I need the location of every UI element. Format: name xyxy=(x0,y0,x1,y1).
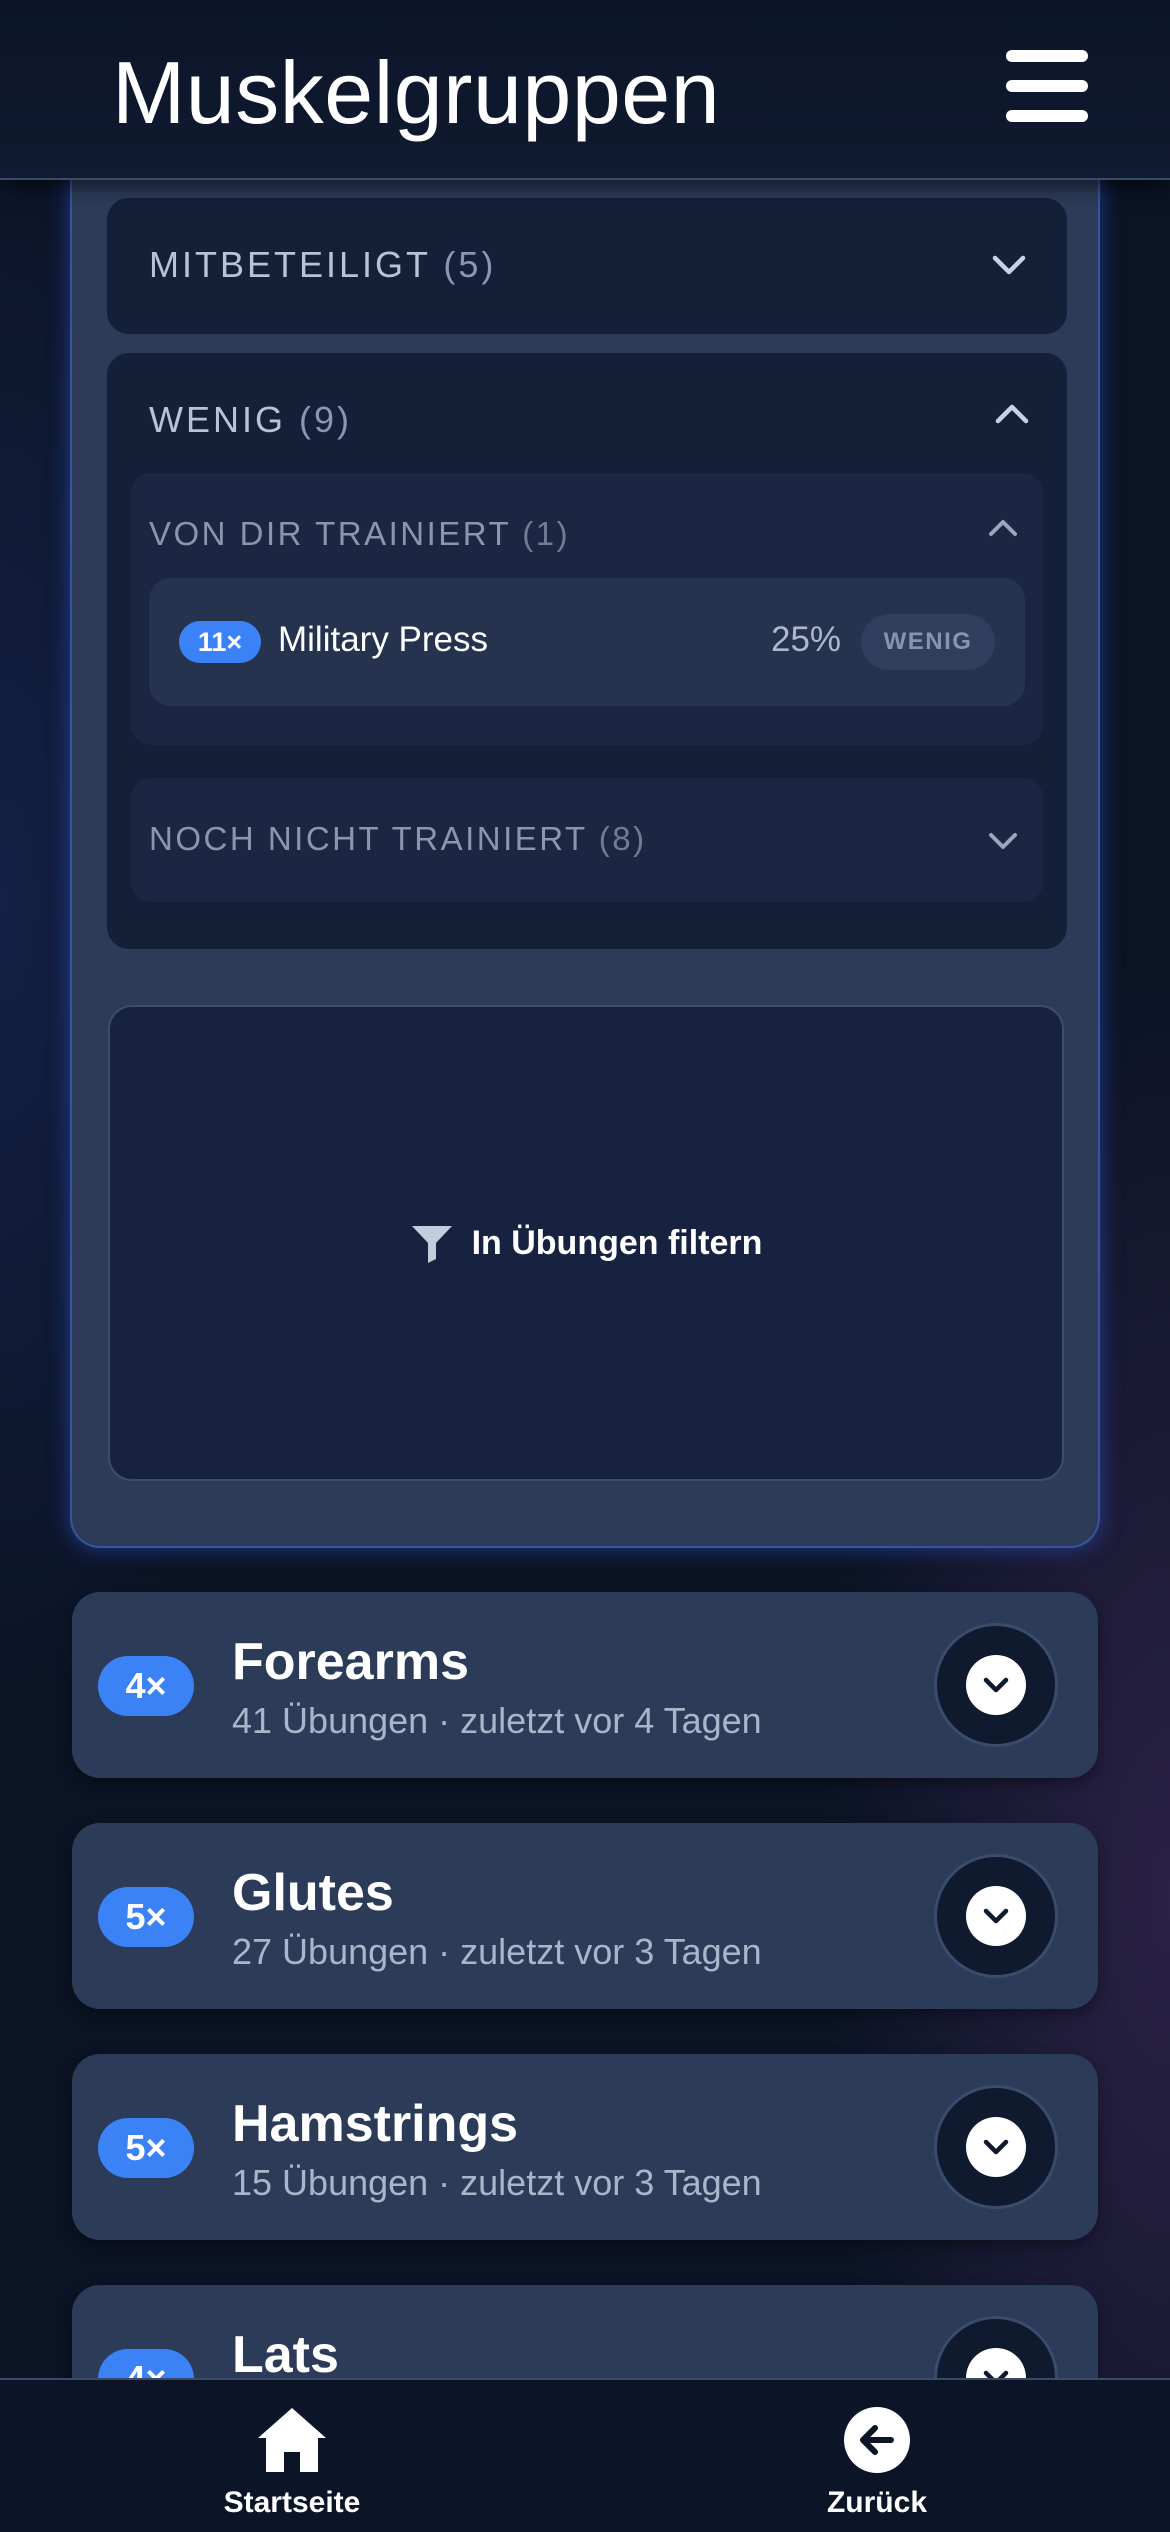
section-wenig-label: WENIG xyxy=(149,399,286,440)
filter-icon xyxy=(411,1226,452,1263)
muscle-card-hamstrings[interactable]: 5× Hamstrings 15 Übungen · zuletzt vor 3… xyxy=(72,2054,1098,2240)
expand-button[interactable] xyxy=(934,1623,1058,1747)
chevron-down-icon[interactable] xyxy=(989,252,1029,278)
chevron-up-icon[interactable] xyxy=(992,401,1032,427)
muscle-count-badge: 4× xyxy=(98,1656,194,1716)
nav-back[interactable]: Zurück xyxy=(757,2406,997,2526)
subsection-untrained-label: NOCH NICHT TRAINIERT xyxy=(149,820,588,857)
muscle-subtitle: 15 Übungen · zuletzt vor 3 Tagen xyxy=(232,2162,762,2203)
expanded-muscle-card: MITBETEILIGT (5) WENIG (9) VON DIR TRAIN… xyxy=(70,150,1100,1548)
app-header: Muskelgruppen xyxy=(0,0,1170,180)
exercise-name: Military Press xyxy=(278,620,489,659)
page-title: Muskelgruppen xyxy=(112,43,721,142)
home-icon xyxy=(258,2408,326,2472)
section-mitbeteiligt-label: MITBETEILIGT xyxy=(149,244,431,285)
exercise-row[interactable]: 11× Military Press 25% WENIG xyxy=(149,578,1025,706)
muscle-subtitle: 41 Übungen · zuletzt vor 4 Tagen xyxy=(232,1700,762,1741)
chevron-down-icon[interactable] xyxy=(983,828,1023,854)
muscle-name: Hamstrings xyxy=(232,2095,519,2153)
hamburger-menu-icon[interactable] xyxy=(1006,50,1088,122)
section-wenig: WENIG (9) VON DIR TRAINIERT (1) 11× Mili… xyxy=(107,353,1067,949)
muscle-card-glutes[interactable]: 5× Glutes 27 Übungen · zuletzt vor 3 Tag… xyxy=(72,1823,1098,2009)
section-mitbeteiligt[interactable]: MITBETEILIGT (5) xyxy=(107,198,1067,334)
muscle-count-badge: 5× xyxy=(98,2118,194,2178)
level-badge: WENIG xyxy=(861,614,995,670)
subsection-trained: VON DIR TRAINIERT (1) 11× Military Press… xyxy=(131,473,1043,745)
subsection-untrained-count: (8) xyxy=(598,820,647,857)
chevron-up-icon[interactable] xyxy=(983,515,1023,541)
muscle-subtitle: 27 Übungen · zuletzt vor 3 Tagen xyxy=(232,1931,762,1972)
subsection-trained-count: (1) xyxy=(522,515,571,552)
nav-home-label: Startseite xyxy=(223,2486,361,2519)
exercise-count-badge: 11× xyxy=(179,621,261,663)
nav-home[interactable]: Startseite xyxy=(172,2406,412,2526)
bottom-nav: Startseite Zurück xyxy=(0,2378,1170,2532)
muscle-name: Forearms xyxy=(232,1633,469,1691)
muscle-count-badge: 5× xyxy=(98,1887,194,1947)
subsection-trained-label: VON DIR TRAINIERT xyxy=(149,515,511,552)
chevron-down-icon xyxy=(983,2139,1009,2155)
expand-button[interactable] xyxy=(934,1854,1058,1978)
muscle-name: Lats xyxy=(232,2326,339,2384)
muscle-name: Glutes xyxy=(232,1864,394,1922)
muscle-card-forearms[interactable]: 4× Forearms 41 Übungen · zuletzt vor 4 T… xyxy=(72,1592,1098,1778)
filter-label: In Übungen filtern xyxy=(471,1223,763,1262)
exercise-percent: 25% xyxy=(771,620,842,659)
chevron-down-icon xyxy=(983,1677,1009,1693)
section-mitbeteiligt-count: (5) xyxy=(443,244,497,285)
expand-button[interactable] xyxy=(934,2085,1058,2209)
nav-back-label: Zurück xyxy=(826,2486,928,2519)
filter-exercises-button[interactable]: In Übungen filtern xyxy=(108,1005,1064,1481)
chevron-down-icon xyxy=(983,1908,1009,1924)
section-wenig-count: (9) xyxy=(299,399,353,440)
arrow-left-circle-icon xyxy=(844,2407,910,2473)
subsection-untrained[interactable]: NOCH NICHT TRAINIERT (8) xyxy=(131,778,1043,902)
